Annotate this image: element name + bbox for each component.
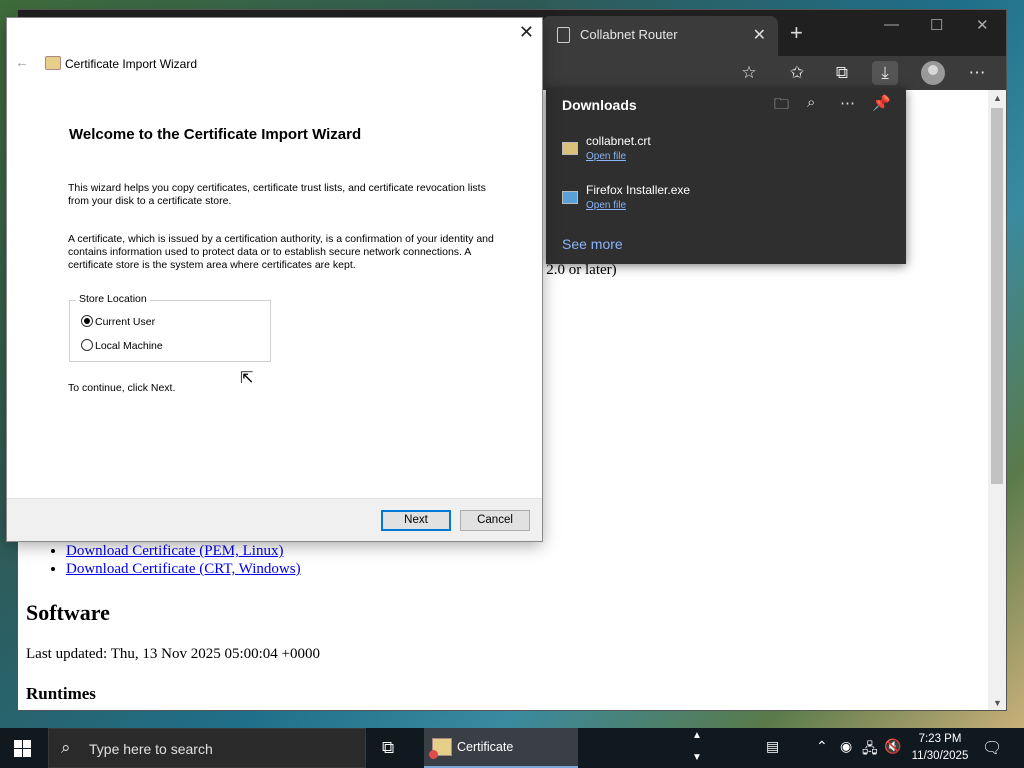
network-icon[interactable]: 🖧 <box>862 738 878 762</box>
search-icon[interactable]: ⌕ <box>807 94 815 111</box>
clock-date: 11/30/2025 <box>911 750 969 762</box>
meet-now-icon[interactable]: ◉ <box>840 738 852 755</box>
download-links: Download Certificate (PEM, Linux) Downlo… <box>66 542 301 578</box>
certificate-app-icon <box>429 738 452 759</box>
system-clock[interactable]: 7:23 PM 11/30/2025 <box>900 731 980 765</box>
installer-file-icon <box>562 191 578 204</box>
open-file-link[interactable]: Open file <box>586 151 626 162</box>
search-placeholder: Type here to search <box>89 741 213 757</box>
next-button[interactable]: Next <box>381 510 451 531</box>
software-heading: Software <box>26 600 110 625</box>
list-item: Download Certificate (PEM, Linux) <box>66 542 301 560</box>
news-widget-icon[interactable]: ▤ <box>766 738 779 755</box>
taskbar-app-label: Certificate <box>457 740 514 754</box>
wizard-description-text: A certificate, which is issued by a cert… <box>68 233 494 271</box>
radio-label: Local Machine <box>95 340 163 352</box>
tab-close-icon[interactable]: ✕ <box>753 25 766 45</box>
back-arrow-icon[interactable]: ← <box>15 54 29 70</box>
certificate-import-wizard: ✕ ← Certificate Import Wizard Welcome to… <box>7 18 542 541</box>
list-item: Download Certificate (CRT, Windows) <box>66 560 301 578</box>
open-folder-icon[interactable]: 🗀 <box>774 94 789 119</box>
page-scrollbar[interactable]: ▲ ▼ <box>988 90 1006 710</box>
runtimes-heading: Runtimes <box>26 684 96 703</box>
page-text-fragment: rk 2.0 or later) <box>530 262 617 278</box>
more-icon[interactable]: ⋯ <box>964 61 990 85</box>
radio-label: Current User <box>95 316 156 328</box>
page-icon <box>557 27 570 43</box>
downloads-panel: Downloads 🗀 ⌕ ⋯ 📌 collabnet.crt Open fil… <box>546 88 906 264</box>
favorites-icon[interactable]: ✩ <box>784 61 810 85</box>
wizard-heading: Welcome to the Certificate Import Wizard <box>69 126 362 143</box>
show-hidden-icons-chevron[interactable]: ⌃ <box>816 738 828 755</box>
certificate-icon <box>45 56 61 70</box>
collections-icon[interactable]: ⧉ <box>829 61 855 85</box>
taskbar-app-certificate[interactable]: Certificate <box>424 728 578 768</box>
wizard-footer: Next Cancel <box>7 498 542 541</box>
scroll-up-chevron-icon[interactable]: ▲ <box>692 730 702 741</box>
download-filename: Firefox Installer.exe <box>586 183 691 197</box>
radio-unselected-icon <box>81 339 93 351</box>
wizard-intro-text: This wizard helps you copy certificates,… <box>68 182 486 207</box>
local-machine-radio[interactable]: Local Machine <box>81 339 163 352</box>
wizard-close-icon[interactable]: ✕ <box>519 22 534 43</box>
new-tab-button[interactable]: + <box>790 22 803 44</box>
mouse-cursor-icon: ⇱ <box>240 370 254 387</box>
last-updated-text: Last updated: Thu, 13 Nov 2025 05:00:04 … <box>26 646 320 662</box>
clock-time: 7:23 PM <box>918 733 962 745</box>
pin-icon[interactable]: 📌 <box>872 94 891 112</box>
maximize-button[interactable]: ☐ <box>930 16 943 34</box>
current-user-radio[interactable]: Current User <box>81 315 155 328</box>
download-filename: collabnet.crt <box>586 134 651 148</box>
download-pem-link[interactable]: Download Certificate (PEM, Linux) <box>66 543 283 559</box>
minimize-button[interactable]: — <box>884 16 899 33</box>
scroll-down-chevron-icon[interactable]: ▼ <box>692 752 702 763</box>
task-view-icon[interactable]: ⧉ <box>382 738 394 758</box>
see-more-link[interactable]: See more <box>562 236 623 252</box>
scrollbar-thumb[interactable] <box>991 108 1003 484</box>
downloads-title: Downloads <box>562 97 637 113</box>
certificate-file-icon <box>562 142 578 155</box>
taskbar-search-box[interactable]: ⌕ Type here to search <box>48 728 366 768</box>
volume-muted-icon[interactable]: 🔇 <box>884 738 901 755</box>
download-crt-link[interactable]: Download Certificate (CRT, Windows) <box>66 561 301 577</box>
cancel-button[interactable]: Cancel <box>460 510 530 531</box>
search-icon: ⌕ <box>61 738 71 757</box>
close-window-button[interactable]: ✕ <box>976 16 989 34</box>
open-file-link[interactable]: Open file <box>586 200 626 211</box>
download-item[interactable]: collabnet.crt Open file <box>560 132 890 172</box>
wizard-title: Certificate Import Wizard <box>65 57 198 71</box>
tab-title: Collabnet Router <box>580 27 678 42</box>
tab-collabnet-router[interactable]: Collabnet Router ✕ <box>542 16 778 56</box>
notifications-icon[interactable]: 🗨 <box>982 738 1002 758</box>
radio-selected-icon <box>81 315 93 327</box>
scroll-up-icon[interactable]: ▲ <box>993 93 1002 103</box>
download-item[interactable]: Firefox Installer.exe Open file <box>560 181 890 221</box>
more-options-icon[interactable]: ⋯ <box>840 94 855 112</box>
profile-icon[interactable] <box>921 61 945 85</box>
store-location-group: Store Location Current User Local Machin… <box>69 293 271 362</box>
start-windows-icon[interactable] <box>14 740 31 757</box>
add-favorite-icon[interactable]: ☆ <box>736 61 762 85</box>
continue-instruction: To continue, click Next. <box>68 382 176 394</box>
store-location-label: Store Location <box>76 293 150 305</box>
scroll-down-icon[interactable]: ▼ <box>993 698 1002 708</box>
taskbar: ⌕ Type here to search ⧉ Certificate ▲ ▼ … <box>0 728 1024 768</box>
downloads-icon[interactable]: ⤓ <box>872 61 898 85</box>
